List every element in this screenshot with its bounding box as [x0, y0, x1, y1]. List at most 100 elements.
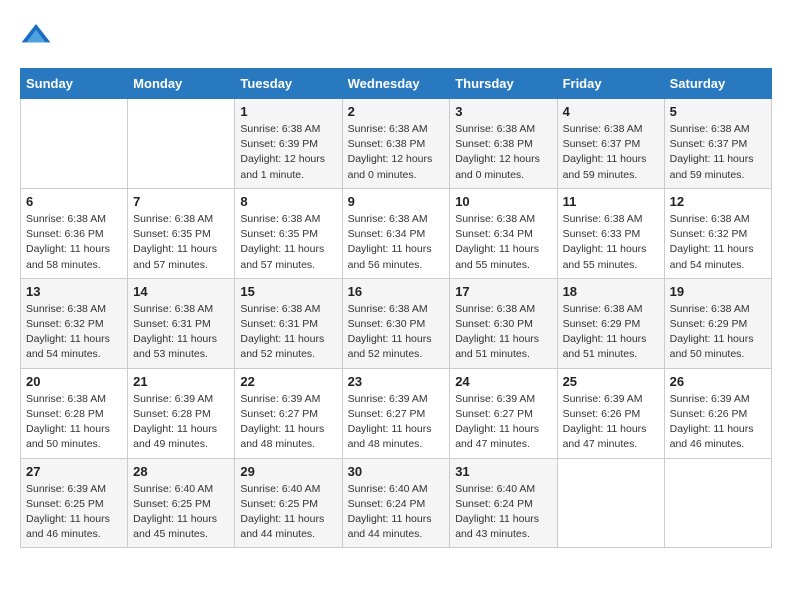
day-number: 17 [455, 284, 551, 299]
header-day: Saturday [664, 69, 771, 99]
day-number: 4 [563, 104, 659, 119]
calendar-cell: 22 Sunrise: 6:39 AM Sunset: 6:27 PM Dayli… [235, 368, 342, 458]
day-info: Sunrise: 6:38 AM Sunset: 6:32 PM Dayligh… [670, 212, 766, 273]
calendar-week-row: 27Sunrise: 6:39 AM Sunset: 6:25 PM Dayli… [21, 458, 772, 548]
calendar-cell: 4 Sunrise: 6:38 AM Sunset: 6:37 PM Daylig… [557, 99, 664, 189]
day-info: Sunrise: 6:40 AM Sunset: 6:25 PM Dayligh… [240, 482, 336, 543]
calendar-cell: 15 Sunrise: 6:38 AM Sunset: 6:31 PM Dayli… [235, 278, 342, 368]
day-info: Sunrise: 6:38 AM Sunset: 6:28 PM Dayligh… [26, 392, 122, 453]
day-info: Sunrise: 6:38 AM Sunset: 6:30 PM Dayligh… [455, 302, 551, 363]
day-number: 26 [670, 374, 766, 389]
day-info: Sunrise: 6:40 AM Sunset: 6:24 PM Dayligh… [455, 482, 551, 543]
day-number: 28 [133, 464, 229, 479]
day-info: Sunrise: 6:38 AM Sunset: 6:29 PM Dayligh… [670, 302, 766, 363]
day-info: Sunrise: 6:39 AM Sunset: 6:26 PM Dayligh… [670, 392, 766, 453]
calendar-cell: 24 Sunrise: 6:39 AM Sunset: 6:27 PM Dayli… [450, 368, 557, 458]
day-number: 8 [240, 194, 336, 209]
calendar-cell: 26 Sunrise: 6:39 AM Sunset: 6:26 PM Dayli… [664, 368, 771, 458]
calendar-body: 1Sunrise: 6:38 AM Sunset: 6:39 PM Daylig… [21, 99, 772, 548]
day-number: 23 [348, 374, 445, 389]
day-info: Sunrise: 6:38 AM Sunset: 6:34 PM Dayligh… [348, 212, 445, 273]
calendar-cell: 9 Sunrise: 6:38 AM Sunset: 6:34 PM Daylig… [342, 188, 450, 278]
calendar-cell: 14Sunrise: 6:38 AM Sunset: 6:31 PM Dayli… [128, 278, 235, 368]
day-number: 10 [455, 194, 551, 209]
calendar-week-row: 1Sunrise: 6:38 AM Sunset: 6:39 PM Daylig… [21, 99, 772, 189]
day-info: Sunrise: 6:38 AM Sunset: 6:35 PM Dayligh… [240, 212, 336, 273]
day-info: Sunrise: 6:39 AM Sunset: 6:26 PM Dayligh… [563, 392, 659, 453]
day-number: 9 [348, 194, 445, 209]
calendar-cell [128, 99, 235, 189]
calendar-cell [21, 99, 128, 189]
day-info: Sunrise: 6:38 AM Sunset: 6:35 PM Dayligh… [133, 212, 229, 273]
day-info: Sunrise: 6:38 AM Sunset: 6:31 PM Dayligh… [133, 302, 229, 363]
day-number: 20 [26, 374, 122, 389]
day-number: 19 [670, 284, 766, 299]
header-day: Monday [128, 69, 235, 99]
day-number: 31 [455, 464, 551, 479]
calendar-week-row: 13Sunrise: 6:38 AM Sunset: 6:32 PM Dayli… [21, 278, 772, 368]
calendar-cell: 20 Sunrise: 6:38 AM Sunset: 6:28 PM Dayli… [21, 368, 128, 458]
day-info: Sunrise: 6:38 AM Sunset: 6:38 PM Dayligh… [348, 122, 445, 183]
day-info: Sunrise: 6:40 AM Sunset: 6:24 PM Dayligh… [348, 482, 445, 543]
calendar-cell: 29 Sunrise: 6:40 AM Sunset: 6:25 PM Dayli… [235, 458, 342, 548]
calendar-cell: 13Sunrise: 6:38 AM Sunset: 6:32 PM Dayli… [21, 278, 128, 368]
day-number: 29 [240, 464, 336, 479]
calendar-cell: 16Sunrise: 6:38 AM Sunset: 6:30 PM Dayli… [342, 278, 450, 368]
day-number: 11 [563, 194, 659, 209]
day-number: 21 [133, 374, 229, 389]
calendar-cell: 18Sunrise: 6:38 AM Sunset: 6:29 PM Dayli… [557, 278, 664, 368]
calendar-cell: 23 Sunrise: 6:39 AM Sunset: 6:27 PM Dayli… [342, 368, 450, 458]
day-info: Sunrise: 6:38 AM Sunset: 6:38 PM Dayligh… [455, 122, 551, 183]
calendar-cell [664, 458, 771, 548]
calendar-header: SundayMondayTuesdayWednesdayThursdayFrid… [21, 69, 772, 99]
day-number: 13 [26, 284, 122, 299]
page-header [20, 20, 772, 52]
day-number: 2 [348, 104, 445, 119]
day-number: 18 [563, 284, 659, 299]
day-number: 12 [670, 194, 766, 209]
header-day: Friday [557, 69, 664, 99]
day-info: Sunrise: 6:38 AM Sunset: 6:31 PM Dayligh… [240, 302, 336, 363]
calendar-table: SundayMondayTuesdayWednesdayThursdayFrid… [20, 68, 772, 548]
calendar-cell: 6 Sunrise: 6:38 AM Sunset: 6:36 PM Daylig… [21, 188, 128, 278]
calendar-cell: 5 Sunrise: 6:38 AM Sunset: 6:37 PM Daylig… [664, 99, 771, 189]
day-number: 6 [26, 194, 122, 209]
header-day: Sunday [21, 69, 128, 99]
calendar-cell: 12 Sunrise: 6:38 AM Sunset: 6:32 PM Dayli… [664, 188, 771, 278]
day-number: 3 [455, 104, 551, 119]
calendar-cell: 7Sunrise: 6:38 AM Sunset: 6:35 PM Daylig… [128, 188, 235, 278]
calendar-cell: 2 Sunrise: 6:38 AM Sunset: 6:38 PM Daylig… [342, 99, 450, 189]
header-day: Wednesday [342, 69, 450, 99]
calendar-cell: 31 Sunrise: 6:40 AM Sunset: 6:24 PM Dayli… [450, 458, 557, 548]
day-number: 15 [240, 284, 336, 299]
day-info: Sunrise: 6:40 AM Sunset: 6:25 PM Dayligh… [133, 482, 229, 543]
day-info: Sunrise: 6:38 AM Sunset: 6:37 PM Dayligh… [563, 122, 659, 183]
calendar-cell: 11 Sunrise: 6:38 AM Sunset: 6:33 PM Dayli… [557, 188, 664, 278]
day-info: Sunrise: 6:39 AM Sunset: 6:27 PM Dayligh… [455, 392, 551, 453]
logo-icon [20, 20, 52, 52]
calendar-cell: 17 Sunrise: 6:38 AM Sunset: 6:30 PM Dayli… [450, 278, 557, 368]
calendar-cell: 10 Sunrise: 6:38 AM Sunset: 6:34 PM Dayli… [450, 188, 557, 278]
day-number: 22 [240, 374, 336, 389]
day-number: 24 [455, 374, 551, 389]
calendar-cell: 25Sunrise: 6:39 AM Sunset: 6:26 PM Dayli… [557, 368, 664, 458]
header-row: SundayMondayTuesdayWednesdayThursdayFrid… [21, 69, 772, 99]
calendar-cell: 21Sunrise: 6:39 AM Sunset: 6:28 PM Dayli… [128, 368, 235, 458]
day-info: Sunrise: 6:38 AM Sunset: 6:36 PM Dayligh… [26, 212, 122, 273]
day-number: 5 [670, 104, 766, 119]
calendar-cell: 28 Sunrise: 6:40 AM Sunset: 6:25 PM Dayli… [128, 458, 235, 548]
day-info: Sunrise: 6:38 AM Sunset: 6:33 PM Dayligh… [563, 212, 659, 273]
calendar-cell: 8 Sunrise: 6:38 AM Sunset: 6:35 PM Daylig… [235, 188, 342, 278]
calendar-week-row: 20 Sunrise: 6:38 AM Sunset: 6:28 PM Dayli… [21, 368, 772, 458]
day-info: Sunrise: 6:39 AM Sunset: 6:27 PM Dayligh… [240, 392, 336, 453]
day-info: Sunrise: 6:38 AM Sunset: 6:34 PM Dayligh… [455, 212, 551, 273]
day-info: Sunrise: 6:39 AM Sunset: 6:25 PM Dayligh… [26, 482, 122, 543]
day-number: 1 [240, 104, 336, 119]
header-day: Thursday [450, 69, 557, 99]
calendar-cell: 1Sunrise: 6:38 AM Sunset: 6:39 PM Daylig… [235, 99, 342, 189]
calendar-cell [557, 458, 664, 548]
day-info: Sunrise: 6:38 AM Sunset: 6:37 PM Dayligh… [670, 122, 766, 183]
header-day: Tuesday [235, 69, 342, 99]
day-info: Sunrise: 6:39 AM Sunset: 6:27 PM Dayligh… [348, 392, 445, 453]
calendar-cell: 30Sunrise: 6:40 AM Sunset: 6:24 PM Dayli… [342, 458, 450, 548]
